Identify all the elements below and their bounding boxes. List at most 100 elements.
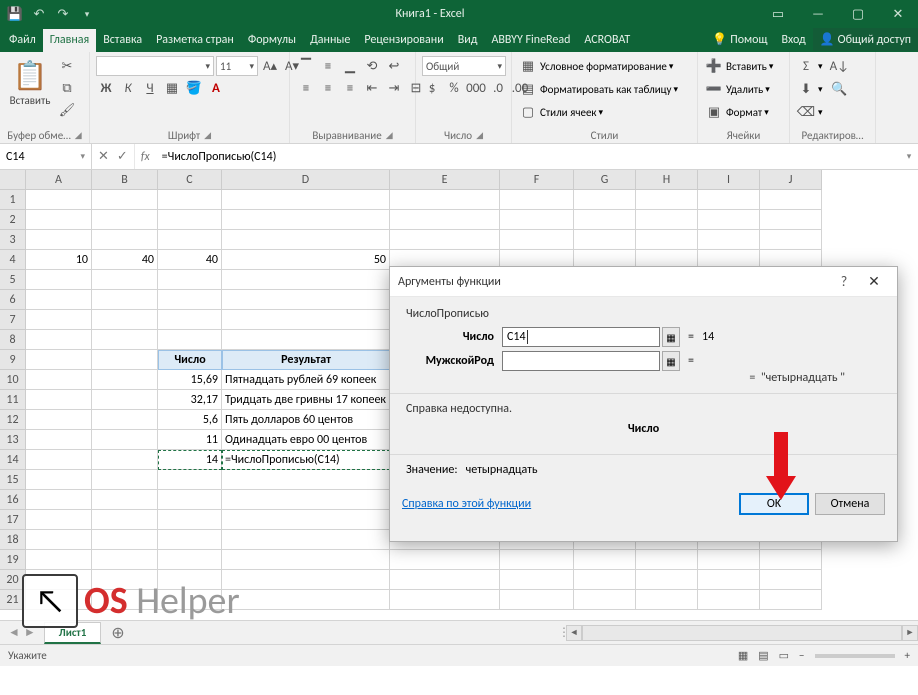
number-format-combo[interactable]: Общий▾ xyxy=(422,56,506,76)
arg2-range-icon[interactable]: ▦ xyxy=(662,351,680,371)
tab-file[interactable]: Файл xyxy=(2,29,43,52)
cell-A12[interactable] xyxy=(26,410,92,430)
cell-D10[interactable]: Пятнадцать рублей 69 копеек xyxy=(222,370,390,390)
wrap-text-icon[interactable]: ↩ xyxy=(384,56,404,76)
cell-C3[interactable] xyxy=(158,230,222,250)
format-painter-icon[interactable]: 🖌 xyxy=(57,100,77,120)
row-header-3[interactable]: 3 xyxy=(0,230,26,250)
cell-G2[interactable] xyxy=(574,210,636,230)
cell-J2[interactable] xyxy=(760,210,822,230)
currency-icon[interactable]: $ xyxy=(422,78,442,98)
cell-C21[interactable] xyxy=(158,590,222,610)
new-sheet-button[interactable]: ⊕ xyxy=(101,623,134,643)
cell-E21[interactable] xyxy=(390,590,500,610)
row-header-21[interactable]: 21 xyxy=(0,590,26,610)
autosum-icon[interactable]: Σ xyxy=(796,56,816,76)
paste-button[interactable]: 📋 Вставить xyxy=(6,56,54,107)
cell-B18[interactable] xyxy=(92,530,158,550)
cell-A13[interactable] xyxy=(26,430,92,450)
cell-D17[interactable] xyxy=(222,510,390,530)
cell-C20[interactable] xyxy=(158,570,222,590)
row-header-17[interactable]: 17 xyxy=(0,510,26,530)
cell-B11[interactable] xyxy=(92,390,158,410)
dialog-cancel-button[interactable]: Отмена xyxy=(815,493,885,515)
sheet-nav-next-icon[interactable]: ► xyxy=(24,625,36,640)
col-header-C[interactable]: C xyxy=(158,170,222,190)
cell-A6[interactable] xyxy=(26,290,92,310)
cut-icon[interactable]: ✂ xyxy=(57,56,77,76)
sheet-tab[interactable]: Лист1 xyxy=(44,622,102,644)
cell-I3[interactable] xyxy=(698,230,760,250)
tab-abbyy[interactable]: ABBYY FineRead xyxy=(484,29,577,52)
col-header-B[interactable]: B xyxy=(92,170,158,190)
cell-D12[interactable]: Пять долларов 60 центов xyxy=(222,410,390,430)
cell-F3[interactable] xyxy=(500,230,574,250)
enter-formula-icon[interactable]: ✓ xyxy=(117,149,128,164)
cell-B12[interactable] xyxy=(92,410,158,430)
row-header-7[interactable]: 7 xyxy=(0,310,26,330)
cell-J1[interactable] xyxy=(760,190,822,210)
cell-G1[interactable] xyxy=(574,190,636,210)
row-header-5[interactable]: 5 xyxy=(0,270,26,290)
cell-D15[interactable] xyxy=(222,470,390,490)
arg1-range-icon[interactable]: ▦ xyxy=(662,327,680,347)
cell-C14[interactable]: 14 xyxy=(158,450,222,470)
tell-me[interactable]: 💡Помощ xyxy=(705,28,774,52)
row-header-12[interactable]: 12 xyxy=(0,410,26,430)
cell-C4[interactable]: 40 xyxy=(158,250,222,270)
qat-customize-icon[interactable]: ▾ xyxy=(78,5,96,23)
cell-D19[interactable] xyxy=(222,550,390,570)
fill-color-icon[interactable]: 🪣 xyxy=(184,78,204,98)
cell-A11[interactable] xyxy=(26,390,92,410)
cell-C1[interactable] xyxy=(158,190,222,210)
cell-A7[interactable] xyxy=(26,310,92,330)
col-header-G[interactable]: G xyxy=(574,170,636,190)
row-header-13[interactable]: 13 xyxy=(0,430,26,450)
cell-B4[interactable]: 40 xyxy=(92,250,158,270)
cell-B14[interactable] xyxy=(92,450,158,470)
cell-D14[interactable]: =ЧислоПрописью(C14) xyxy=(222,450,390,470)
col-header-J[interactable]: J xyxy=(760,170,822,190)
cell-D18[interactable] xyxy=(222,530,390,550)
row-header-4[interactable]: 4 xyxy=(0,250,26,270)
grow-font-icon[interactable]: A▴ xyxy=(260,56,280,76)
row-header-16[interactable]: 16 xyxy=(0,490,26,510)
cell-B2[interactable] xyxy=(92,210,158,230)
minimize-icon[interactable]: — xyxy=(798,0,838,28)
arg1-input[interactable]: C14 xyxy=(502,327,660,347)
orientation-icon[interactable]: ⟲ xyxy=(362,56,382,76)
cell-J21[interactable] xyxy=(760,590,822,610)
cell-C8[interactable] xyxy=(158,330,222,350)
insert-cells-button[interactable]: ➕Вставить▾ xyxy=(704,56,773,76)
cell-B7[interactable] xyxy=(92,310,158,330)
expand-formula-bar-icon[interactable]: ▾ xyxy=(900,144,918,169)
col-header-D[interactable]: D xyxy=(222,170,390,190)
cell-I20[interactable] xyxy=(698,570,760,590)
cell-H21[interactable] xyxy=(636,590,698,610)
name-box[interactable]: C14▾ xyxy=(0,144,92,169)
cell-A18[interactable] xyxy=(26,530,92,550)
sheet-nav-prev-icon[interactable]: ◄ xyxy=(8,625,20,640)
cell-A2[interactable] xyxy=(26,210,92,230)
cell-A15[interactable] xyxy=(26,470,92,490)
cell-B21[interactable] xyxy=(92,590,158,610)
cell-D3[interactable] xyxy=(222,230,390,250)
zoom-in-icon[interactable]: + xyxy=(905,649,910,662)
cell-I1[interactable] xyxy=(698,190,760,210)
decrease-indent-icon[interactable]: ⇤ xyxy=(362,78,382,98)
close-icon[interactable]: ✕ xyxy=(878,0,918,28)
cell-B15[interactable] xyxy=(92,470,158,490)
cell-I2[interactable] xyxy=(698,210,760,230)
cell-D11[interactable]: Тридцать две гривны 17 копеек xyxy=(222,390,390,410)
row-header-2[interactable]: 2 xyxy=(0,210,26,230)
cell-D1[interactable] xyxy=(222,190,390,210)
col-header-E[interactable]: E xyxy=(390,170,500,190)
find-select-icon[interactable]: 🔍 xyxy=(829,79,849,99)
row-header-11[interactable]: 11 xyxy=(0,390,26,410)
view-page-icon[interactable]: ▤ xyxy=(758,649,768,662)
border-icon[interactable]: ▦ xyxy=(162,78,182,98)
percent-icon[interactable]: % xyxy=(444,78,464,98)
cell-H3[interactable] xyxy=(636,230,698,250)
cell-C15[interactable] xyxy=(158,470,222,490)
tab-pagelayout[interactable]: Разметка стран xyxy=(149,29,241,52)
